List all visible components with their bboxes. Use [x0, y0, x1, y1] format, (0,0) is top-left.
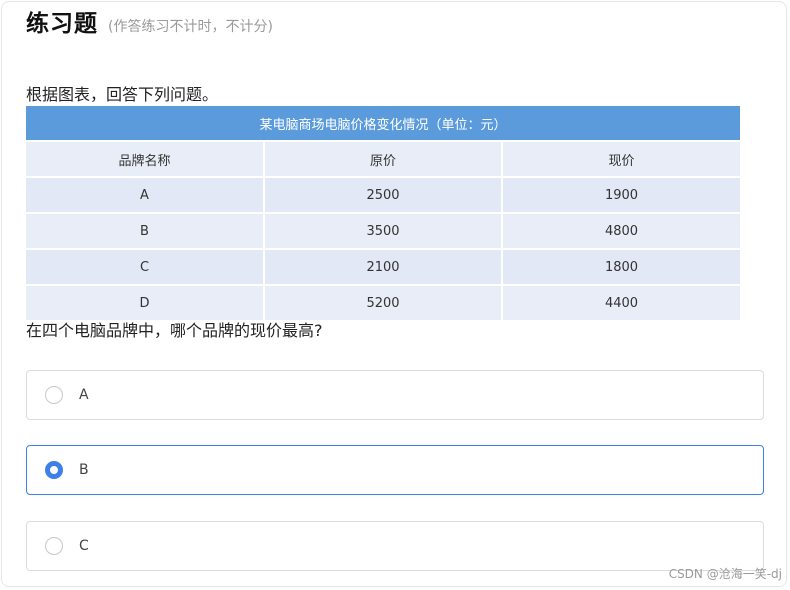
option-c[interactable]: C: [26, 521, 764, 571]
radio-checked-icon[interactable]: [45, 461, 63, 479]
option-label: A: [79, 387, 89, 403]
instruction-text: 根据图表，回答下列问题。: [26, 85, 219, 104]
table-row: D 5200 4400: [26, 284, 740, 320]
watermark: CSDN @沧海一笑-dj: [668, 567, 782, 581]
column-header: 品牌名称: [26, 140, 264, 177]
table-cell: 5200: [263, 284, 502, 320]
table-cell: D: [26, 284, 264, 320]
page-subtitle: (作答练习不计时，不计分): [108, 19, 273, 35]
table-cell: 1900: [501, 176, 740, 213]
table-cell: 2100: [263, 248, 502, 285]
table-cell: A: [26, 176, 264, 213]
table-row: A 2500 1900: [26, 176, 740, 213]
column-header: 原价: [263, 140, 502, 177]
table-cell: C: [26, 248, 264, 285]
radio-unchecked-icon[interactable]: [45, 537, 63, 555]
page-title: 练习题: [26, 11, 98, 37]
table-cell: 4800: [501, 212, 740, 249]
option-a[interactable]: A: [26, 370, 764, 420]
radio-unchecked-icon[interactable]: [45, 386, 63, 404]
table-cell: 4400: [501, 284, 740, 320]
table-cell: 3500: [263, 212, 502, 249]
table-caption: 某电脑商场电脑价格变化情况（单位：元）: [26, 106, 740, 141]
table-row: C 2100 1800: [26, 248, 740, 285]
table-cell: 1800: [501, 248, 740, 285]
option-b[interactable]: B: [26, 445, 764, 495]
option-label: C: [79, 538, 89, 554]
table-header-row: 品牌名称 原价 现价: [26, 140, 740, 177]
price-table: 某电脑商场电脑价格变化情况（单位：元） 品牌名称 原价 现价 A 2500 19…: [26, 106, 740, 320]
question-text: 在四个电脑品牌中，哪个品牌的现价最高?: [26, 321, 323, 340]
column-header: 现价: [501, 140, 740, 177]
option-label: B: [79, 462, 89, 478]
table-cell: 2500: [263, 176, 502, 213]
table-cell: B: [26, 212, 264, 249]
header: 练习题 (作答练习不计时，不计分): [26, 4, 273, 38]
table-row: B 3500 4800: [26, 212, 740, 249]
